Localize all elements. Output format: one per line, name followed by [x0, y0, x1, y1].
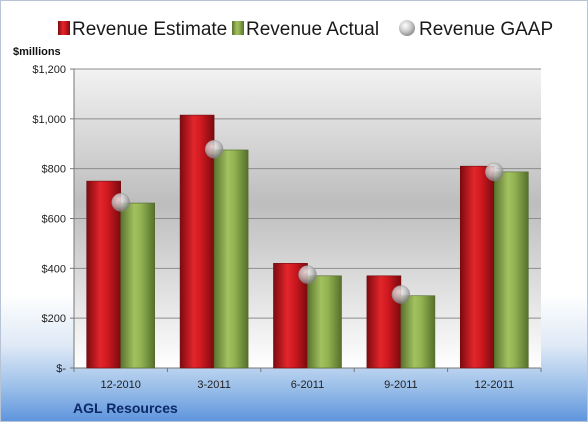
y-axis-ticks: $- $200 $400 $600 $800 $1,000 $1,200: [32, 64, 75, 375]
legend-label-revenue-estimate: Revenue Estimate: [72, 19, 227, 40]
y-axis-unit-label: $millions: [13, 46, 61, 58]
marker-revenue-gaap: [204, 139, 224, 159]
y-tick-label: $1,000: [32, 114, 66, 126]
y-tick-label: $200: [42, 313, 66, 325]
x-tick-label: 12-2010: [101, 379, 141, 391]
bar-revenue-actual: [120, 202, 155, 369]
bar-revenue-actual: [493, 171, 529, 369]
x-tick-label: 3-2011: [197, 379, 230, 391]
x-tick-label: 6-2011: [291, 379, 324, 391]
y-tick-label: $-: [56, 363, 66, 375]
y-tick-label: $800: [42, 164, 66, 176]
bar-revenue-estimate: [459, 165, 495, 369]
x-axis-ticks: 12-2010 3-2011 6-2011 9-2011 12-2011: [73, 368, 542, 391]
x-tick-label: 9-2011: [384, 379, 417, 391]
marker-revenue-gaap: [485, 162, 504, 182]
legend-label-revenue-actual: Revenue Actual: [246, 19, 379, 40]
bar-revenue-actual: [307, 275, 342, 369]
y-tick-label: $600: [42, 214, 66, 226]
bar-revenue-actual: [213, 149, 249, 369]
marker-revenue-gaap: [391, 285, 411, 304]
legend: Revenue Estimate Revenue Actual Revenue …: [58, 19, 553, 40]
legend-marker-revenue-gaap: [399, 20, 415, 36]
company-label: AGL Resources: [73, 400, 178, 416]
legend-label-revenue-gaap: Revenue GAAP: [419, 19, 553, 40]
marker-revenue-gaap: [111, 193, 130, 212]
marker-revenue-gaap: [298, 265, 317, 284]
revenue-chart: Revenue Estimate Revenue Actual Revenue …: [0, 0, 588, 422]
y-tick-label: $1,200: [32, 64, 66, 76]
legend-swatch-revenue-estimate: [58, 21, 70, 35]
bar-revenue-actual: [400, 295, 436, 369]
chart-canvas: Revenue Estimate Revenue Actual Revenue …: [13, 19, 553, 416]
legend-swatch-revenue-actual: [232, 21, 244, 35]
y-tick-label: $400: [42, 263, 66, 275]
x-tick-label: 12-2011: [475, 379, 515, 391]
